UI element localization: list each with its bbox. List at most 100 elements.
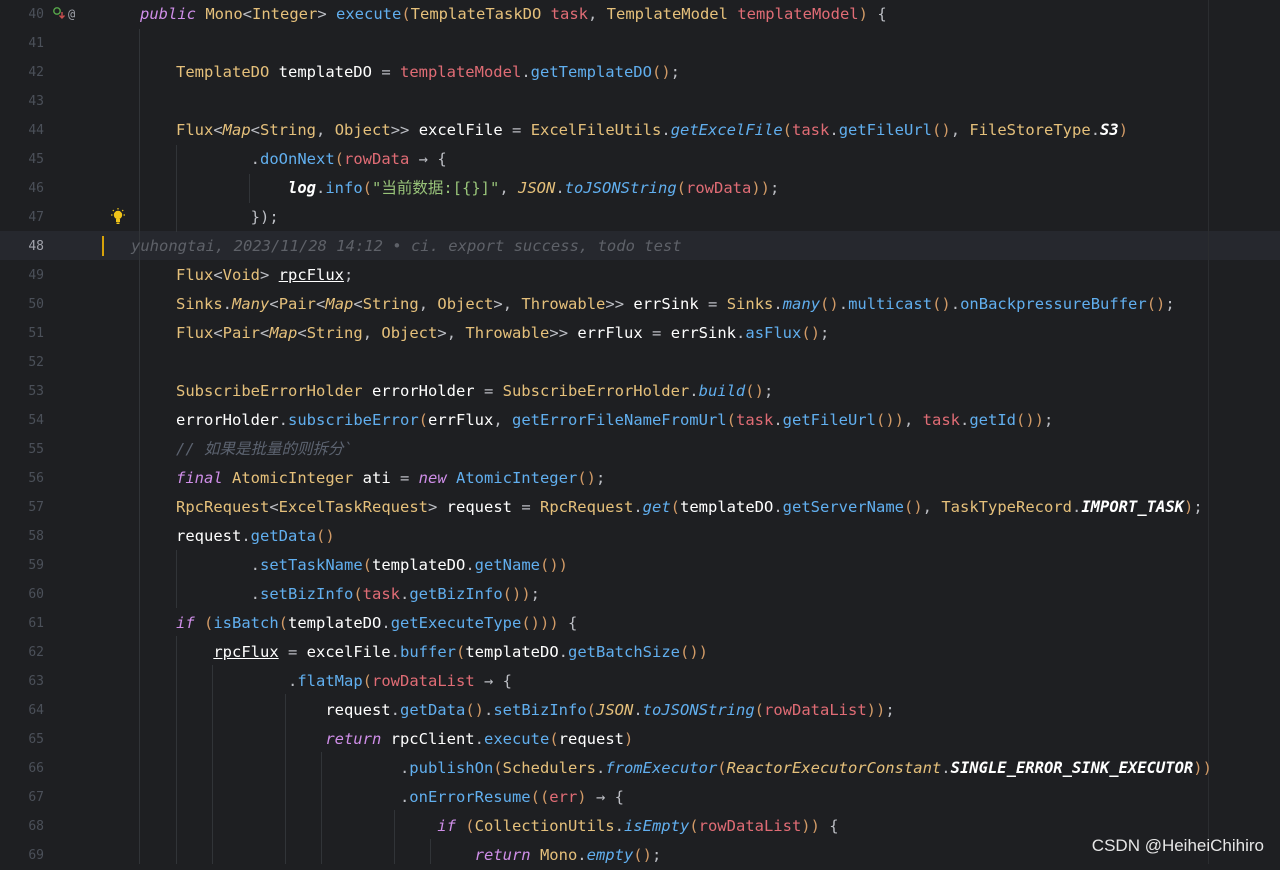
code-line[interactable]: 66 .publishOn(Schedulers.fromExecutor(Re… (0, 754, 1280, 783)
code-token: { (558, 614, 578, 632)
code-line[interactable]: 51 Flux<Pair<Map<String, Object>, Throwab… (0, 319, 1280, 348)
code-text: TemplateDO templateDO = templateModel.ge… (176, 58, 680, 87)
code-line[interactable]: 48 yuhongtai, 2023/11/28 14:12 • ci. expo… (0, 232, 1280, 261)
code-text: RpcRequest<ExcelTaskRequest> request = R… (176, 493, 1203, 522)
code-text: .flatMap(rowDataList → { (176, 667, 512, 696)
code-line[interactable]: 49 Flux<Void> rpcFlux; (0, 261, 1280, 290)
code-line[interactable]: 44 Flux<Map<String, Object>> excelFile = … (0, 116, 1280, 145)
code-token: rpcFlux (278, 266, 344, 284)
code-line[interactable]: 59 .setTaskName(templateDO.getName()) (0, 551, 1280, 580)
code-token: Sinks (176, 295, 223, 313)
code-text: if (CollectionUtils.isEmpty(rowDataList)… (176, 812, 838, 841)
code-token: ; (1165, 295, 1175, 313)
code-token: templateModel (737, 5, 859, 23)
code-line[interactable]: 42 TemplateDO templateDO = templateModel.… (0, 58, 1280, 87)
code-token: JSON (596, 701, 634, 719)
annotation-at-icon[interactable]: @ (68, 0, 75, 29)
code-line[interactable]: 64 request.getData().setBizInfo(JSON.toJ… (0, 696, 1280, 725)
code-token: templateDO (372, 556, 466, 574)
code-line[interactable]: 61 if (isBatch(templateDO.getExecuteType(… (0, 609, 1280, 638)
code-token: )) (866, 701, 886, 719)
code-line[interactable]: 63 .flatMap(rowDataList → { (0, 667, 1280, 696)
code-line[interactable]: 65 return rpcClient.execute(request) (0, 725, 1280, 754)
code-text: log.info("当前数据:[{}]", JSON.toJSONString(… (176, 174, 779, 203)
code-line[interactable]: 62 rpcFlux = excelFile.buffer(templateDO… (0, 638, 1280, 667)
code-token: AtomicInteger (232, 469, 363, 487)
code-token: SubscribeErrorHolder (176, 382, 372, 400)
code-token: → { (474, 672, 512, 690)
code-token: . (176, 150, 260, 168)
code-line[interactable]: 67 .onErrorResume((err) → { (0, 783, 1280, 812)
lightbulb-icon[interactable] (110, 208, 126, 226)
code-token: . (773, 411, 783, 429)
code-token: ()) (502, 585, 531, 603)
code-token: errFlux (428, 411, 494, 429)
code-token: get (642, 498, 671, 516)
code-line[interactable]: 53 SubscribeErrorHolder errorHolder = Sub… (0, 377, 1280, 406)
code-line[interactable]: 52 (0, 348, 1280, 377)
code-line[interactable]: 46 log.info("当前数据:[{}]", JSON.toJSONStri… (0, 174, 1280, 203)
code-line[interactable]: 50 Sinks.Many<Pair<Map<String, Object>, T… (0, 290, 1280, 319)
code-token: >> (605, 295, 634, 313)
code-token: < (353, 295, 363, 313)
code-token: . (474, 730, 484, 748)
code-line[interactable]: 41 (0, 29, 1280, 58)
code-line[interactable]: 69 return Mono.empty(); (0, 841, 1280, 870)
code-token: . (773, 295, 783, 313)
code-line[interactable]: 40 public Mono<Integer> execute(TemplateT… (0, 0, 1280, 29)
code-token: < (297, 324, 307, 342)
code-token: ; (530, 585, 541, 603)
code-token: Object (381, 324, 438, 342)
code-token: () (577, 469, 596, 487)
code-line[interactable]: 54 errorHolder.subscribeError(errFlux, ge… (0, 406, 1280, 435)
code-line[interactable]: 56 final AtomicInteger ati = new AtomicIn… (0, 464, 1280, 493)
code-token: ( (754, 701, 764, 719)
implement-gutter-icon[interactable] (52, 0, 66, 29)
code-token: . (661, 121, 671, 139)
code-token: getExecuteType (390, 614, 522, 632)
line-number: 49 (28, 268, 44, 283)
code-token: . (176, 556, 260, 574)
code-token: () (1146, 295, 1166, 313)
code-line[interactable]: 68 if (CollectionUtils.isEmpty(rowDataLi… (0, 812, 1280, 841)
code-line[interactable]: 43 (0, 87, 1280, 116)
line-number: 48 (28, 239, 44, 254)
code-text: Sinks.Many<Pair<Map<String, Object>, Thr… (176, 290, 1175, 319)
code-token: < (213, 324, 223, 342)
code-token: = (474, 382, 503, 400)
code-token: new (418, 469, 456, 487)
code-token: () (820, 295, 839, 313)
watermark: CSDN @HeiheiChihiro (1091, 836, 1264, 855)
code-line[interactable]: 47 }); (0, 203, 1280, 232)
code-line[interactable]: 58 request.getData() (0, 522, 1280, 551)
code-token: Throwable (521, 295, 606, 313)
code-token: >, (437, 324, 466, 342)
code-token: task (792, 121, 830, 139)
code-token: }); (250, 208, 279, 226)
code-token: < (242, 5, 252, 23)
code-editor[interactable]: 40 public Mono<Integer> execute(TemplateT… (0, 0, 1280, 864)
code-token: . (222, 295, 233, 313)
code-token: . (829, 121, 839, 139)
code-token: = (502, 121, 531, 139)
code-line[interactable]: 55 // 如果是批量的则拆分` (0, 435, 1280, 464)
code-token: excelFile (418, 121, 503, 139)
code-token: buffer (400, 643, 456, 661)
code-token: public (140, 5, 206, 23)
code-token: flatMap (297, 672, 363, 690)
code-line[interactable]: 57 RpcRequest<ExcelTaskRequest> request =… (0, 493, 1280, 522)
code-line[interactable]: 60 .setBizInfo(task.getBizInfo()); (0, 580, 1280, 609)
code-token: IMPORT_TASK (1081, 498, 1184, 516)
code-text: // 如果是批量的则拆分` (176, 435, 353, 464)
line-number: 43 (28, 94, 44, 109)
code-token: . (278, 411, 288, 429)
code-token: getFileUrl (782, 411, 876, 429)
code-token: Schedulers (502, 759, 596, 777)
code-token: getServerName (782, 498, 904, 516)
code-line[interactable]: 45 .doOnNext(rowData → { (0, 145, 1280, 174)
code-token: , (418, 295, 438, 313)
code-token: errSink (633, 295, 699, 313)
code-token: ( (362, 672, 372, 690)
